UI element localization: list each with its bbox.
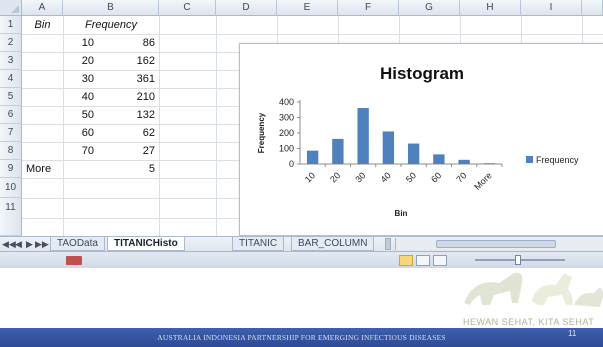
watermark-text: HEWAN SEHAT, KITA SEHAT <box>463 317 595 327</box>
page-number: 11 <box>568 329 577 338</box>
y-tick-label: 200 <box>279 128 294 138</box>
row-header-1[interactable]: 1 <box>0 16 22 34</box>
cell-bin-header[interactable]: Bin <box>22 16 63 34</box>
x-tick-label: 60 <box>429 170 443 184</box>
column-header-i[interactable]: I <box>521 0 582 16</box>
cell-frequency-header[interactable]: Frequency <box>63 16 159 34</box>
grid-line <box>216 16 217 236</box>
y-tick-label: 0 <box>289 159 294 169</box>
cell-frequency[interactable]: 210 <box>63 88 155 106</box>
x-axis-title: Bin <box>395 209 408 218</box>
histogram-bar <box>382 131 395 164</box>
x-tick-label: 70 <box>454 170 468 184</box>
histogram-bar <box>458 159 470 164</box>
tab-titanichisto[interactable]: TITANICHisto <box>107 237 185 251</box>
row-header-2[interactable]: 2 <box>0 34 22 52</box>
footer-band: AUSTRALIA INDONESIA PARTNERSHIP FOR EMER… <box>0 328 603 347</box>
first-sheet-button[interactable]: ◀◀ <box>2 237 16 251</box>
y-tick-label: 100 <box>279 144 294 154</box>
histogram-bar <box>306 150 319 164</box>
histogram-bar <box>332 138 344 164</box>
tab-taodata[interactable]: TAOData <box>50 237 105 251</box>
row-header-8[interactable]: 8 <box>0 142 22 160</box>
cell-frequency[interactable]: 5 <box>63 160 155 178</box>
column-header-d[interactable]: D <box>216 0 277 16</box>
column-header-b[interactable]: B <box>63 0 159 16</box>
cell-frequency[interactable]: 132 <box>63 106 155 124</box>
x-tick-label: 30 <box>353 170 367 184</box>
legend-swatch <box>526 156 533 163</box>
row-header-5[interactable]: 5 <box>0 88 22 106</box>
chart-plot: 0 100 200 300 400 10 20 30 40 50 60 70 More Frequency… <box>257 97 579 218</box>
y-tick-label: 300 <box>279 113 294 123</box>
normal-view-icon[interactable] <box>399 255 413 266</box>
column-header-blank <box>582 0 603 16</box>
column-header-a[interactable]: A <box>22 0 63 16</box>
histogram-bar <box>433 154 445 164</box>
select-all-corner[interactable] <box>0 0 22 16</box>
cell-frequency[interactable]: 361 <box>63 70 155 88</box>
corner-triangle <box>11 5 19 13</box>
footer-text: AUSTRALIA INDONESIA PARTNERSHIP FOR EMER… <box>157 333 446 342</box>
row-header-6[interactable]: 6 <box>0 106 22 124</box>
x-tick-label: More <box>472 170 494 192</box>
cell-frequency[interactable]: 162 <box>63 52 155 70</box>
histogram-bar <box>407 143 420 164</box>
cell-frequency[interactable]: 27 <box>63 142 155 160</box>
x-tick-label: 10 <box>303 170 317 184</box>
column-header-f[interactable]: F <box>338 0 399 16</box>
row-header-7[interactable]: 7 <box>0 124 22 142</box>
macro-record-icon[interactable] <box>66 256 82 265</box>
next-sheet-button[interactable]: ▶ <box>24 237 35 251</box>
legend-label: Frequency <box>536 155 579 165</box>
prev-sheet-button[interactable]: ◀ <box>13 237 24 251</box>
tab-split-handle[interactable] <box>385 238 391 250</box>
histogram-bar <box>357 108 369 164</box>
row-header-10[interactable]: 10 <box>0 178 22 198</box>
y-tick-label: 400 <box>279 97 294 107</box>
spreadsheet: A B C D E F G H I 1 2 3 4 5 6 7 8 9 10 1… <box>0 0 603 268</box>
row-header-3[interactable]: 3 <box>0 52 22 70</box>
column-header-h[interactable]: H <box>460 0 521 16</box>
x-tick-label: 50 <box>404 170 418 184</box>
row-header-11[interactable]: 11 <box>0 198 22 236</box>
tab-titanic[interactable]: TITANIC <box>232 237 285 251</box>
row-header-4[interactable]: 4 <box>0 70 22 88</box>
histogram-bar <box>483 163 496 165</box>
cell-bin[interactable]: More <box>26 160 66 178</box>
page-layout-view-icon[interactable] <box>416 255 430 266</box>
cell-frequency[interactable]: 86 <box>63 34 155 52</box>
column-header-e[interactable]: E <box>277 0 338 16</box>
cell-frequency[interactable]: 62 <box>63 124 155 142</box>
column-header-g[interactable]: G <box>399 0 460 16</box>
x-tick-label: 20 <box>328 170 342 184</box>
y-axis-title: Frequency <box>257 112 266 153</box>
last-sheet-button[interactable]: ▶▶ <box>35 237 49 251</box>
column-header-c[interactable]: C <box>159 0 216 16</box>
tab-bar-column[interactable]: BAR_COLUMN <box>291 237 375 251</box>
row-header-9[interactable]: 9 <box>0 160 22 178</box>
x-tick-label: 40 <box>379 170 393 184</box>
grid-line <box>159 16 160 236</box>
histogram-chart[interactable]: Histogram 0 100 200 300 400 10 20 30 40 50 60 70 Mor… <box>239 43 603 236</box>
